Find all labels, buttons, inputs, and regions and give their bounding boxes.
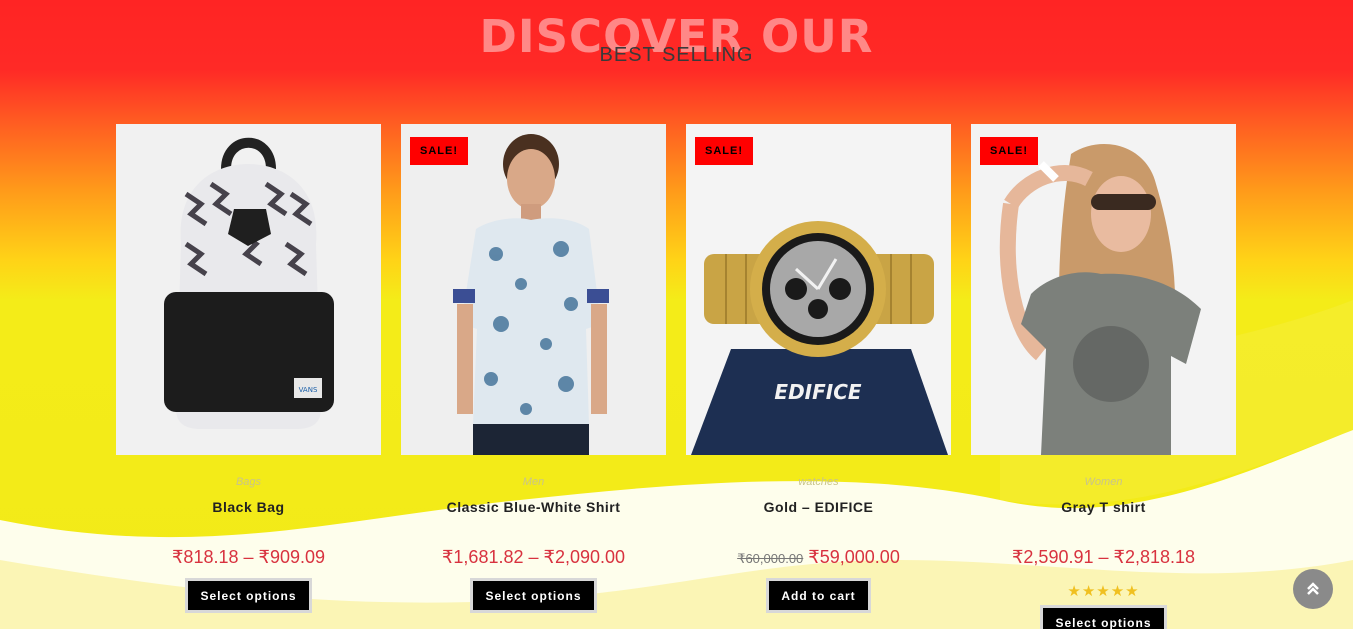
section-subtitle: BEST SELLING [599,44,754,66]
product-card: VANS Bags Black Bag ₹818.18 – ₹909.09 Se… [116,124,381,613]
product-title[interactable]: Gold – EDIFICE [686,499,951,515]
product-card: SALE! Men Classic Blue-White Shirt ₹1,68… [401,124,666,613]
product-card: EDIFICE SALE! watches Gold – EDIFICE ₹60… [686,124,951,613]
product-price: ₹818.18 – ₹909.09 [171,547,326,567]
product-price: ₹2,590.91 – ₹2,818.18 [1011,547,1196,567]
star-rating: ★★★★★ [1067,583,1140,600]
backpack-image: VANS [116,124,381,455]
select-options-button[interactable]: Select options [1040,605,1167,629]
product-image[interactable]: EDIFICE SALE! [686,124,951,455]
product-image[interactable]: SALE! [401,124,666,455]
product-title[interactable]: Gray T shirt [971,499,1236,515]
product-category[interactable]: Bags [116,476,381,490]
product-category[interactable]: Men [401,476,666,490]
sale-badge: SALE! [980,137,1038,165]
double-chevron-up-icon[interactable] [1293,569,1333,609]
product-sale-price: ₹59,000.00 [808,547,900,567]
select-options-button[interactable]: Select options [185,578,312,613]
brand-text: EDIFICE [774,380,861,404]
sale-badge: SALE! [695,137,753,165]
product-price: ₹60,000.00 ₹59,000.00 [686,547,951,568]
product-title[interactable]: Black Bag [116,499,381,515]
product-category[interactable]: Women [971,476,1236,490]
product-old-price: ₹60,000.00 [737,551,804,566]
gold-watch-image: EDIFICE [686,124,951,455]
shirt-model-image [401,124,666,455]
product-category[interactable]: watches [686,476,951,490]
add-to-cart-button[interactable]: Add to cart [766,578,871,613]
woman-tshirt-image [971,124,1236,455]
sale-badge: SALE! [410,137,468,165]
product-title[interactable]: Classic Blue-White Shirt [401,499,666,515]
product-image[interactable]: VANS [116,124,381,455]
select-options-button[interactable]: Select options [470,578,597,613]
product-card: SALE! Women Gray T shirt ₹2,590.91 – ₹2,… [971,124,1236,629]
svg-text:VANS: VANS [299,386,318,394]
product-price: ₹1,681.82 – ₹2,090.00 [441,547,626,567]
product-image[interactable]: SALE! [971,124,1236,455]
